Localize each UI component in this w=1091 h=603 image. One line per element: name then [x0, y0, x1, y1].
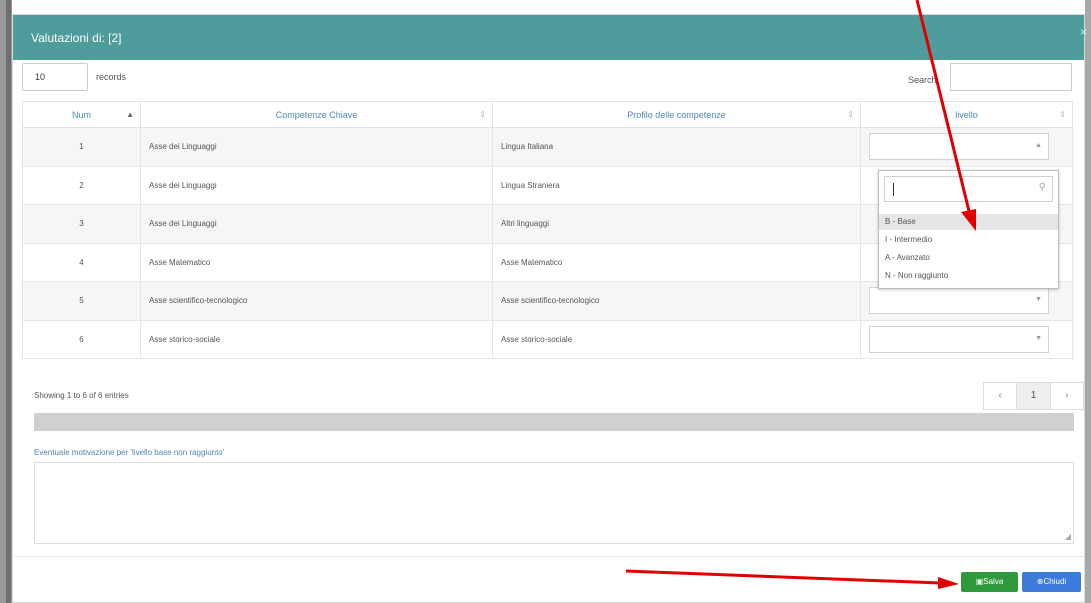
- sort-icon: ▲: [126, 110, 134, 119]
- table-row: 1 Asse dei Linguaggi Lingua Italiana ▲: [22, 127, 1073, 167]
- row-num: 6: [22, 319, 141, 359]
- modal-title: Valutazioni di: [2]: [31, 31, 122, 45]
- text-caret: [893, 183, 894, 196]
- sort-icon: ⇕: [479, 110, 486, 119]
- pagination: ‹ 1 ›: [983, 382, 1084, 410]
- row-profilo: Lingua Italiana: [492, 127, 861, 167]
- close-icon[interactable]: ×: [1080, 25, 1087, 39]
- pagination-prev[interactable]: ‹: [984, 383, 1016, 409]
- close-button-label: Chiudi: [1043, 577, 1067, 586]
- records-select[interactable]: 10: [22, 63, 88, 91]
- row-num: 1: [22, 127, 141, 167]
- col-header-num-label: Num: [71, 109, 91, 120]
- col-header-competenze[interactable]: Competenze Chiave ⇕: [140, 101, 493, 128]
- livello-dropdown: ⚲ B - Base I - Intermedio A - Avanzato N…: [878, 170, 1059, 289]
- close-button[interactable]: ⊗Chiudi: [1022, 572, 1081, 592]
- table-header-row: Num ▲ Competenze Chiave ⇕ Profilo delle co…: [22, 101, 1073, 128]
- col-header-profilo[interactable]: Profilo delle competenze ⇕: [492, 101, 861, 128]
- row-profilo: Asse storico-sociale: [492, 319, 861, 359]
- livello-select[interactable]: ▲: [869, 133, 1049, 161]
- background-page: [0, 0, 12, 603]
- row-competenza: Asse dei Linguaggi: [140, 165, 493, 205]
- col-header-livello-label: livello: [955, 109, 978, 120]
- row-profilo: Asse Matematico: [492, 242, 861, 282]
- resize-grip-icon[interactable]: ◢: [1065, 532, 1071, 541]
- row-num: 3: [22, 204, 141, 244]
- dropdown-search-input[interactable]: ⚲: [884, 176, 1053, 202]
- motivation-textarea[interactable]: ◢: [34, 462, 1074, 544]
- table-row: 6 Asse storico-sociale Asse storico-soci…: [22, 319, 1073, 359]
- save-button-label: Salva: [983, 577, 1004, 586]
- footer-divider: [12, 556, 1085, 557]
- search-icon: ⚲: [1038, 182, 1046, 193]
- records-label: records: [96, 72, 127, 82]
- pagination-page-1[interactable]: 1: [1016, 383, 1051, 409]
- background-page-right: [1085, 0, 1091, 603]
- row-competenza: Asse Matematico: [140, 242, 493, 282]
- col-header-profilo-label: Profilo delle competenze: [627, 109, 726, 120]
- save-button[interactable]: ▣Salva: [961, 572, 1018, 592]
- sort-icon: ⇕: [847, 110, 854, 119]
- chevron-down-icon: ▼: [1035, 334, 1042, 342]
- search-label: Search:: [908, 75, 940, 85]
- option-base[interactable]: B - Base: [879, 214, 1058, 230]
- search-input[interactable]: [950, 63, 1072, 91]
- option-intermedio[interactable]: I - Intermedio: [879, 232, 1058, 248]
- modal-header: Valutazioni di: [2] ×: [13, 15, 1087, 60]
- chevron-down-icon: ▼: [1035, 296, 1042, 304]
- row-profilo: Altri linguaggi: [492, 204, 861, 244]
- row-profilo: Lingua Straniera: [492, 165, 861, 205]
- livello-select[interactable]: ▼: [869, 325, 1049, 353]
- row-competenza: Asse storico-sociale: [140, 319, 493, 359]
- close-circle-icon: ⊗: [1036, 577, 1044, 586]
- option-avanzato[interactable]: A - Avanzato: [879, 250, 1058, 266]
- row-num: 2: [22, 165, 141, 205]
- row-competenza: Asse dei Linguaggi: [140, 127, 493, 167]
- entries-info: Showing 1 to 6 of 6 entries: [34, 391, 129, 400]
- motivation-label: Eventuale motivazione per 'livello base …: [34, 448, 225, 457]
- row-livello-cell: ▼: [860, 319, 1073, 359]
- row-profilo: Asse scientifico-tecnologico: [492, 281, 861, 321]
- option-non-raggiunto[interactable]: N - Non raggiunto: [879, 268, 1058, 284]
- col-header-livello[interactable]: livello ⇕: [860, 101, 1073, 128]
- livello-select[interactable]: ▼: [869, 287, 1049, 315]
- chevron-up-icon: ▲: [1035, 142, 1042, 150]
- col-header-competenze-label: Competenze Chiave: [275, 109, 358, 120]
- records-per-page: 10 records: [22, 63, 126, 91]
- row-num: 5: [22, 281, 141, 321]
- pagination-next[interactable]: ›: [1051, 383, 1083, 409]
- sort-icon: ⇕: [1059, 110, 1066, 119]
- row-competenza: Asse dei Linguaggi: [140, 204, 493, 244]
- row-num: 4: [22, 242, 141, 282]
- background-strip: [6, 0, 11, 603]
- row-livello-cell: ▲: [860, 127, 1073, 167]
- col-header-num[interactable]: Num ▲: [22, 101, 141, 128]
- horizontal-scrollbar[interactable]: [34, 413, 1074, 431]
- row-competenza: Asse scientifico-tecnologico: [140, 281, 493, 321]
